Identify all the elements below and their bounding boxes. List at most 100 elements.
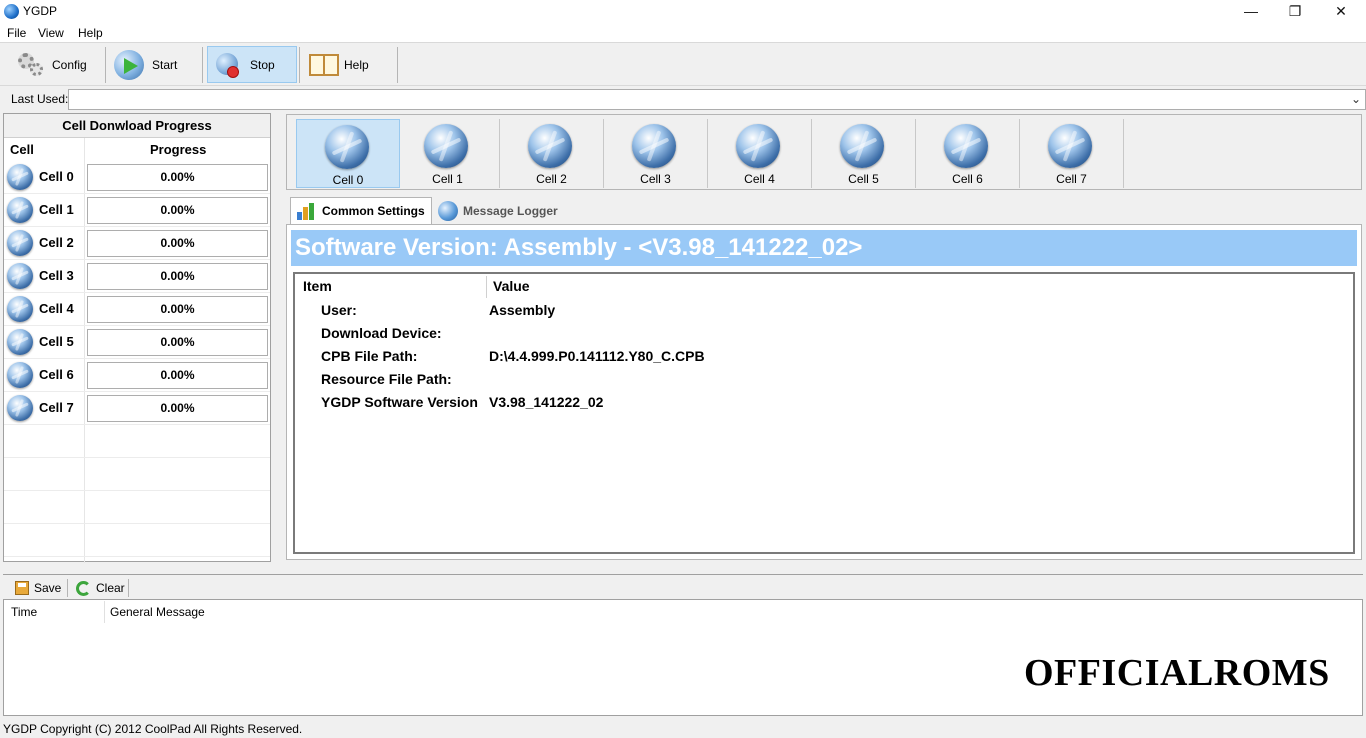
column-divider[interactable] bbox=[486, 276, 487, 298]
progress-box: 0.00% bbox=[87, 230, 268, 257]
cell-row[interactable]: Cell 7 0.00% bbox=[4, 392, 270, 425]
software-version-banner: Software Version: Assembly - <V3.98_1412… bbox=[291, 230, 1357, 266]
close-button[interactable]: ✕ bbox=[1318, 0, 1364, 23]
cell-tile-label: Cell 0 bbox=[332, 173, 364, 187]
progress-box: 0.00% bbox=[87, 395, 268, 422]
bar-chart-icon bbox=[297, 202, 317, 220]
cell-row[interactable]: Cell 5 0.00% bbox=[4, 326, 270, 359]
cell-name: Cell 1 bbox=[39, 202, 74, 217]
clear-label: Clear bbox=[96, 581, 125, 595]
globe-icon bbox=[7, 362, 33, 388]
config-button[interactable]: Config bbox=[10, 46, 102, 83]
menu-bar: File View Help bbox=[0, 23, 1366, 42]
empty-row bbox=[4, 458, 270, 491]
column-header-time[interactable]: Time bbox=[11, 605, 37, 619]
help-button[interactable]: Help bbox=[302, 46, 396, 83]
cell-tile-4[interactable]: Cell 4 bbox=[708, 119, 812, 188]
property-value: Assembly bbox=[489, 302, 556, 318]
title-bar: YGDP — ❐ ✕ bbox=[0, 0, 1366, 23]
progress-box: 0.00% bbox=[87, 329, 268, 356]
property-key: User: bbox=[321, 302, 357, 318]
cell-name: Cell 7 bbox=[39, 400, 74, 415]
cell-row[interactable]: Cell 2 0.00% bbox=[4, 227, 270, 260]
save-log-button[interactable]: Save bbox=[15, 578, 61, 598]
progress-box: 0.00% bbox=[87, 164, 268, 191]
globe-icon bbox=[632, 124, 676, 168]
progress-box: 0.00% bbox=[87, 197, 268, 224]
cell-row[interactable]: Cell 1 0.00% bbox=[4, 194, 270, 227]
menu-file[interactable]: File bbox=[7, 26, 26, 40]
cell-tile-label: Cell 3 bbox=[640, 172, 671, 186]
column-header-cell: Cell bbox=[10, 142, 34, 157]
cell-tile-strip: Cell 0 Cell 1 Cell 2 Cell 3 Cell 4 Cell … bbox=[286, 114, 1362, 190]
cell-tile-6[interactable]: Cell 6 bbox=[916, 119, 1020, 188]
globe-icon bbox=[7, 329, 33, 355]
globe-icon bbox=[438, 200, 458, 221]
globe-icon bbox=[7, 230, 33, 256]
cell-row[interactable]: Cell 0 0.00% bbox=[4, 161, 270, 194]
cell-tile-7[interactable]: Cell 7 bbox=[1020, 119, 1124, 188]
cell-tile-2[interactable]: Cell 2 bbox=[500, 119, 604, 188]
cell-row[interactable]: Cell 4 0.00% bbox=[4, 293, 270, 326]
last-used-bar: Last Used: ⌄ bbox=[0, 87, 1366, 111]
start-label: Start bbox=[152, 57, 178, 72]
globe-icon bbox=[325, 125, 369, 169]
cell-name: Cell 6 bbox=[39, 367, 74, 382]
cell-row[interactable]: Cell 6 0.00% bbox=[4, 359, 270, 392]
column-header-item[interactable]: Item bbox=[303, 278, 332, 294]
cell-progress-panel: Cell Donwload Progress Cell Progress Cel… bbox=[3, 113, 271, 563]
restore-button[interactable]: ❐ bbox=[1272, 0, 1318, 23]
globe-icon bbox=[7, 197, 33, 223]
globe-icon bbox=[7, 395, 33, 421]
cell-name: Cell 2 bbox=[39, 235, 74, 250]
watermark-text: OFFICIALROMS bbox=[1024, 652, 1330, 694]
property-value: V3.98_141222_02 bbox=[489, 394, 604, 410]
cell-tile-1[interactable]: Cell 1 bbox=[396, 119, 500, 188]
cell-tile-label: Cell 1 bbox=[432, 172, 463, 186]
start-button[interactable]: Start bbox=[108, 46, 200, 83]
app-icon bbox=[4, 4, 19, 19]
cell-tile-label: Cell 4 bbox=[744, 172, 775, 186]
toolbar-separator bbox=[105, 47, 106, 83]
stop-button[interactable]: Stop bbox=[207, 46, 297, 83]
cell-name: Cell 3 bbox=[39, 268, 74, 283]
property-key: CPB File Path: bbox=[321, 348, 418, 364]
panel-title: Cell Donwload Progress bbox=[4, 114, 270, 138]
globe-icon bbox=[424, 124, 468, 168]
column-header-message[interactable]: General Message bbox=[110, 605, 205, 619]
menu-help[interactable]: Help bbox=[78, 26, 103, 40]
column-header-progress: Progress bbox=[150, 142, 207, 157]
cell-row[interactable]: Cell 3 0.00% bbox=[4, 260, 270, 293]
cell-name: Cell 4 bbox=[39, 301, 74, 316]
window-title: YGDP bbox=[23, 4, 58, 18]
chevron-down-icon[interactable]: ⌄ bbox=[1351, 92, 1361, 106]
tab-bar: Common Settings Message Logger bbox=[286, 196, 1362, 224]
last-used-dropdown[interactable]: ⌄ bbox=[68, 89, 1366, 110]
cell-tile-3[interactable]: Cell 3 bbox=[604, 119, 708, 188]
cell-tile-0[interactable]: Cell 0 bbox=[296, 119, 400, 188]
column-header-value[interactable]: Value bbox=[493, 278, 530, 294]
minimize-button[interactable]: — bbox=[1228, 0, 1274, 23]
column-divider[interactable] bbox=[104, 601, 105, 623]
empty-row bbox=[4, 425, 270, 458]
clear-log-button[interactable]: Clear bbox=[76, 578, 125, 598]
progress-box: 0.00% bbox=[87, 263, 268, 290]
gear-icon bbox=[16, 51, 44, 79]
toolbar-separator bbox=[128, 579, 129, 597]
globe-icon bbox=[7, 164, 33, 190]
book-icon bbox=[308, 52, 340, 78]
refresh-icon bbox=[76, 580, 91, 596]
common-settings-pane: Software Version: Assembly - <V3.98_1412… bbox=[286, 224, 1362, 560]
empty-row bbox=[4, 491, 270, 524]
help-label: Help bbox=[344, 57, 369, 72]
stop-icon bbox=[214, 51, 242, 79]
menu-view[interactable]: View bbox=[38, 26, 64, 40]
globe-icon bbox=[7, 296, 33, 322]
tab-message-logger[interactable]: Message Logger bbox=[432, 197, 564, 224]
cell-tile-label: Cell 2 bbox=[536, 172, 567, 186]
cell-tile-5[interactable]: Cell 5 bbox=[812, 119, 916, 188]
toolbar-separator bbox=[67, 579, 68, 597]
tab-common-settings[interactable]: Common Settings bbox=[290, 197, 432, 224]
log-toolbar: Save Clear bbox=[3, 574, 1363, 599]
property-key: Download Device: bbox=[321, 325, 442, 341]
